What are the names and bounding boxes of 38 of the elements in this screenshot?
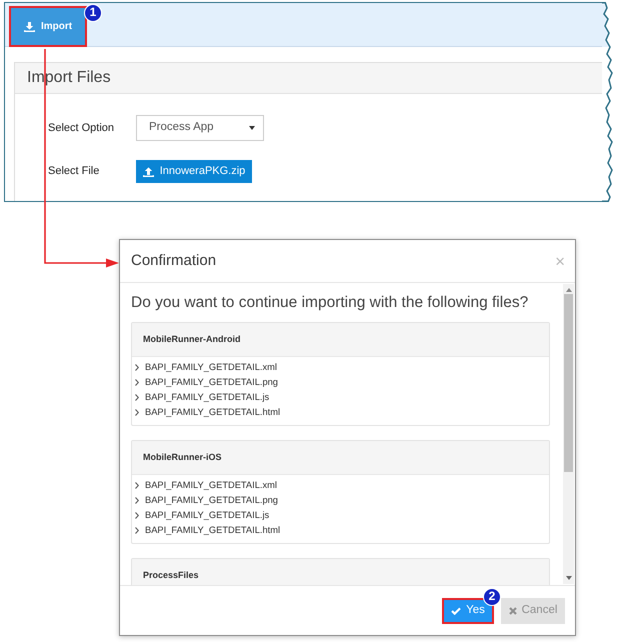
- option-select[interactable]: Process App: [136, 115, 264, 141]
- field-label: Select File: [48, 164, 100, 180]
- group-name: MobileRunner-Android: [143, 332, 240, 346]
- download-icon: [24, 22, 35, 32]
- chevron-icon: [135, 409, 139, 416]
- file-name: BAPI_FAMILY_GETDETAIL.xml: [145, 360, 277, 374]
- scrollbar-track[interactable]: [563, 284, 574, 584]
- chevron-icon: [135, 394, 139, 401]
- import-button[interactable]: Import: [9, 6, 87, 47]
- scrollbar-thumb[interactable]: [564, 294, 573, 472]
- group-name: ProcessFiles: [143, 568, 199, 582]
- field-label: Select Option: [48, 120, 116, 136]
- upload-icon: [142, 166, 154, 176]
- caret-icon: [249, 126, 255, 130]
- file-name: BAPI_FAMILY_GETDETAIL.png: [145, 376, 278, 389]
- chevron-icon: [135, 497, 139, 504]
- file-name: BAPI_FAMILY_GETDETAIL.js: [145, 390, 270, 404]
- check-icon: [451, 606, 462, 614]
- file-name: BAPI_FAMILY_GETDETAIL.html: [145, 524, 280, 537]
- dialog-title: Confirmation: [131, 250, 216, 271]
- group-name: MobileRunner-iOS: [143, 450, 222, 464]
- callout-badge: 1: [84, 4, 102, 22]
- cross-icon: [508, 606, 517, 614]
- scroll-down-icon: [566, 576, 572, 580]
- chevron-icon: [135, 364, 139, 371]
- chevron-icon: [135, 512, 139, 519]
- file-name: BAPI_FAMILY_GETDETAIL.js: [145, 508, 270, 522]
- chevron-icon: [135, 482, 139, 489]
- close-button[interactable]: ×: [555, 252, 565, 270]
- file-button[interactable]: InnoweraPKG.zip: [136, 160, 252, 183]
- question-text: Do you want to continue importing with the following files?: [131, 293, 530, 313]
- scroll-up-icon: [566, 288, 572, 292]
- cancel-button[interactable]: Cancel: [501, 598, 565, 624]
- file-name: BAPI_FAMILY_GETDETAIL.xml: [145, 478, 277, 492]
- file-name: BAPI_FAMILY_GETDETAIL.png: [145, 494, 278, 507]
- file-name: BAPI_FAMILY_GETDETAIL.html: [145, 406, 280, 419]
- chevron-icon: [135, 379, 139, 386]
- chevron-icon: [135, 527, 139, 534]
